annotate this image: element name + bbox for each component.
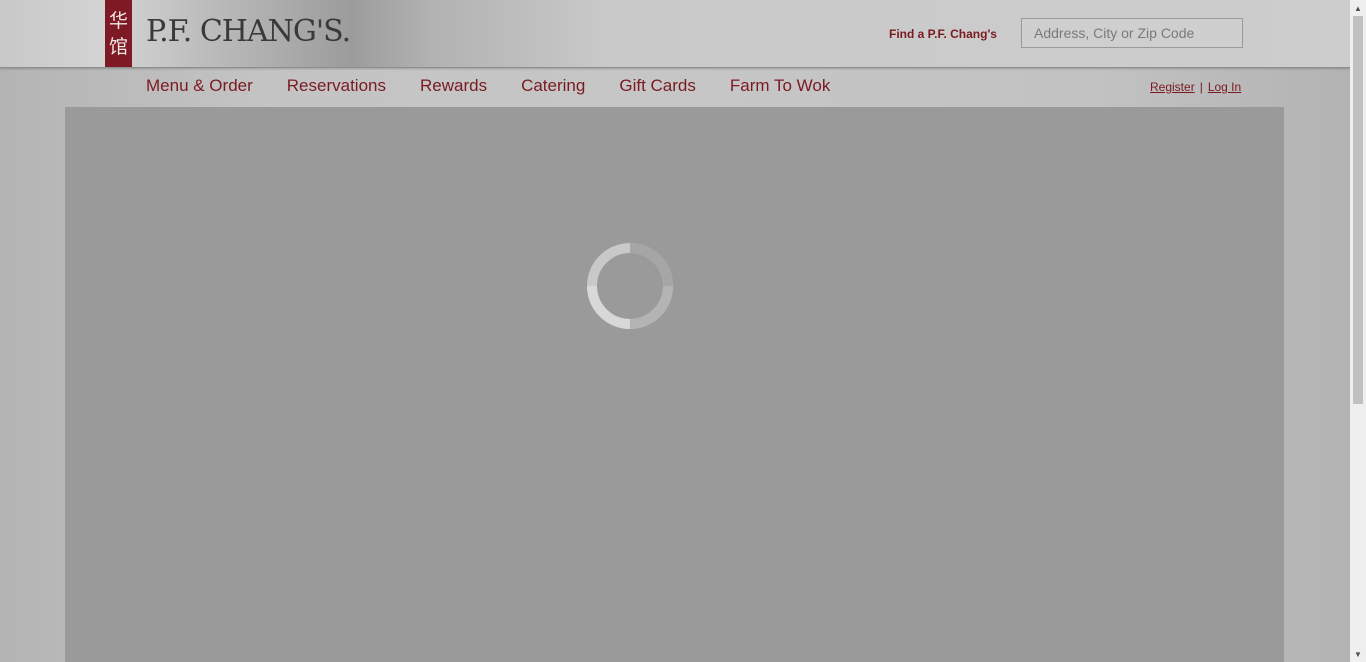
loading-spinner-icon [587, 243, 673, 329]
chevron-down-icon[interactable]: ▼ [1350, 646, 1366, 662]
chevron-up-icon[interactable]: ▲ [1350, 0, 1366, 16]
loading-overlay [65, 107, 1284, 662]
register-link[interactable]: Register [1150, 80, 1195, 94]
main-nav: Menu & Order Reservations Rewards Cateri… [146, 76, 864, 96]
nav-farm-to-wok[interactable]: Farm To Wok [730, 76, 830, 96]
vertical-scrollbar[interactable]: ▲ ▼ [1350, 0, 1366, 662]
seal-char-top: 华 [108, 9, 128, 32]
seal-char-bottom: 馆 [108, 35, 128, 58]
nav-catering[interactable]: Catering [521, 76, 585, 96]
login-link[interactable]: Log In [1208, 80, 1241, 94]
logo-seal[interactable]: 华 馆 [105, 0, 132, 67]
nav-gift-cards[interactable]: Gift Cards [619, 76, 696, 96]
nav-menu-order[interactable]: Menu & Order [146, 76, 253, 96]
find-location-label: Find a P.F. Chang's [889, 27, 997, 41]
nav-reservations[interactable]: Reservations [287, 76, 386, 96]
auth-separator: | [1199, 80, 1203, 94]
auth-links: Register | Log In [1150, 80, 1241, 94]
logo-wordmark[interactable]: P.F. CHANG'S. [146, 14, 351, 49]
site-header: 华 馆 P.F. CHANG'S. Find a P.F. Chang's [0, 0, 1350, 68]
scrollbar-thumb[interactable] [1353, 16, 1363, 404]
location-search-input[interactable] [1021, 18, 1243, 48]
nav-rewards[interactable]: Rewards [420, 76, 487, 96]
